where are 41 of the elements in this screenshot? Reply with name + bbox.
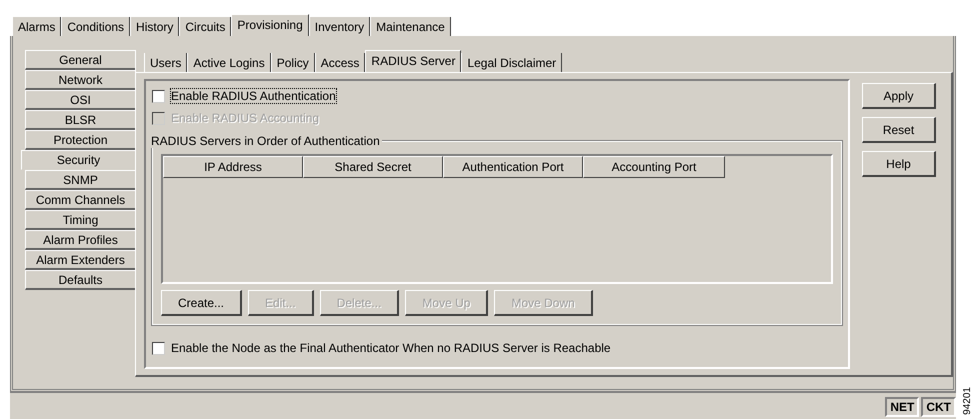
tab[interactable]: Policy bbox=[270, 53, 315, 72]
tab[interactable]: Users bbox=[144, 53, 188, 72]
sidebar-item[interactable]: Alarm Extenders bbox=[25, 250, 135, 270]
checkbox[interactable] bbox=[152, 90, 165, 102]
checkbox-label: Enable RADIUS Authentication bbox=[171, 89, 336, 103]
sidebar-item[interactable]: Defaults bbox=[25, 270, 135, 290]
group-title: RADIUS Servers in Order of Authentication bbox=[151, 134, 382, 148]
sidebar-item[interactable]: Comm Channels bbox=[25, 190, 135, 210]
sidebar-item[interactable]: Network bbox=[25, 70, 135, 90]
action-button[interactable]: Create... bbox=[161, 290, 242, 316]
tab[interactable]: Provisioning bbox=[231, 14, 309, 36]
status-indicator[interactable]: CKT bbox=[921, 397, 956, 417]
checkbox-label: Enable the Node as the Final Authenticator When no RADIUS Server is Reachable bbox=[171, 341, 611, 355]
sidebar-item[interactable]: BLSR bbox=[25, 110, 135, 130]
sidebar-item[interactable]: OSI bbox=[25, 90, 135, 110]
column-header[interactable]: Accounting Port bbox=[583, 156, 725, 178]
sidebar-item[interactable]: Alarm Profiles bbox=[25, 230, 135, 250]
checkbox[interactable] bbox=[152, 342, 165, 354]
column-header[interactable]: IP Address bbox=[163, 156, 303, 178]
column-header[interactable]: Shared Secret bbox=[303, 156, 443, 178]
tab[interactable]: Active Logins bbox=[187, 53, 271, 72]
tab[interactable]: Inventory bbox=[308, 17, 370, 36]
sidebar-item[interactable]: General bbox=[25, 50, 135, 70]
column-header[interactable]: Authentication Port bbox=[443, 156, 583, 178]
tab[interactable]: History bbox=[130, 17, 180, 36]
tab[interactable]: Maintenance bbox=[370, 17, 451, 36]
tab[interactable]: Access bbox=[314, 53, 366, 72]
tab[interactable]: Alarms bbox=[12, 17, 62, 36]
sidebar-item[interactable]: SNMP bbox=[25, 170, 135, 190]
sidebar-item[interactable]: Timing bbox=[25, 210, 135, 230]
side-button[interactable]: Apply bbox=[862, 83, 936, 109]
tab[interactable]: Conditions bbox=[61, 17, 130, 36]
tab[interactable]: Circuits bbox=[179, 17, 232, 36]
status-indicator[interactable]: NET bbox=[885, 397, 920, 417]
side-button[interactable]: Reset bbox=[862, 117, 936, 143]
sidebar-item[interactable]: Protection bbox=[25, 130, 135, 150]
tab[interactable]: Legal Disclaimer bbox=[461, 53, 562, 72]
tab[interactable]: RADIUS Server bbox=[365, 50, 462, 72]
figure-number: 94201 bbox=[962, 387, 973, 415]
sidebar-item[interactable]: Security bbox=[21, 150, 135, 170]
side-button[interactable]: Help bbox=[862, 151, 936, 177]
